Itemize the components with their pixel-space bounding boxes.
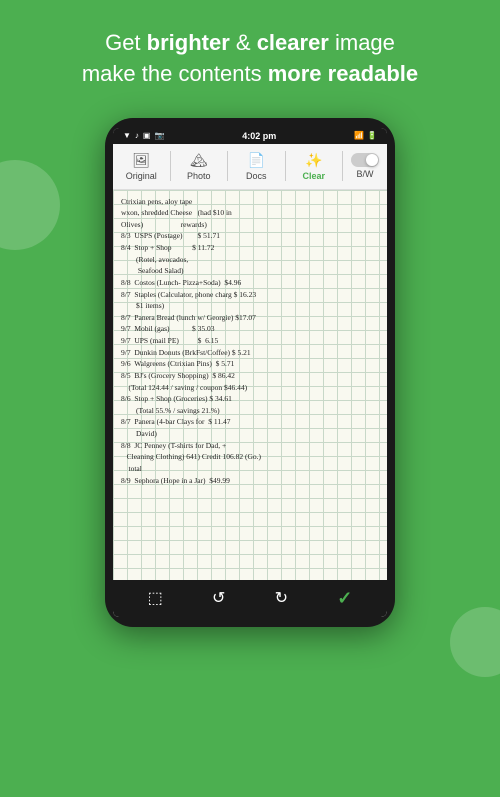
doc-line-12: 9/7 UPS (mail PE) $ 6.15: [121, 335, 379, 347]
doc-line-15: 8/5 BJ's (Grocery Shopping) $ 86.42: [121, 370, 379, 382]
phone-screen: ▼ ♪ ▣ 📷 4:02 pm 📶 🔋 🖼 Original: [113, 128, 387, 617]
doc-line-23: total: [121, 463, 379, 475]
doc-line-24: 8/9 Sephora (Hope in a Jar) $49.99: [121, 475, 379, 487]
docs-label: Docs: [246, 171, 267, 181]
doc-line-7: 8/8 Costos (Lunch- Pizza+Soda) $4.96: [121, 277, 379, 289]
doc-line-22: Cleaning Clothing) 641) Credit 106.82 (G…: [121, 451, 379, 463]
photo-icon: 🏔: [190, 152, 208, 169]
wifi-icon: ▣: [143, 131, 151, 140]
header-line2: make the contents more readable: [82, 61, 418, 86]
doc-line-3: 8/3 USPS (Postage) $ 51.71: [121, 230, 379, 242]
doc-line-18: (Total 55.% / savings 21.%): [121, 405, 379, 417]
doc-line-16: (Total 124.44 / saving / coupon $46.44): [121, 382, 379, 394]
redo-button[interactable]: ↻: [275, 588, 288, 608]
doc-line-13: 9/7 Dunkin Donuts (BrkFst/Coffee) $ 5.21: [121, 347, 379, 359]
doc-line-21: 8/8 JC Penney (T-shirts for Dad, +: [121, 440, 379, 452]
crop-button[interactable]: ⬚: [148, 588, 163, 608]
signal-icon: 📷: [154, 131, 164, 140]
doc-line-17: 8/6 Stop + Shop (Groceries) $ 34.61: [121, 393, 379, 405]
bw-toggle-knob: [366, 154, 378, 166]
toolbar-photo[interactable]: 🏔 Photo: [171, 148, 228, 185]
header-text: Get brighter & clearer image make the co…: [0, 0, 500, 108]
header-line1: Get brighter & clearer image: [105, 30, 395, 55]
document-area: Ctrixian pens, aloy tape wxon, shredded …: [113, 190, 387, 580]
doc-line-4: 8/4 Stop + Shop $ 11.72: [121, 242, 379, 254]
doc-line-1: wxon, shredded Cheese (had $10 in: [121, 207, 379, 219]
wifi-signal-icon: 📶: [354, 131, 364, 140]
doc-line-19: 8/7 Panera (4-bar Clays for $ 11.47: [121, 416, 379, 428]
battery-icon: 🔋: [367, 131, 377, 140]
status-time: 4:02 pm: [242, 131, 276, 141]
phone-device: ▼ ♪ ▣ 📷 4:02 pm 📶 🔋 🖼 Original: [105, 118, 395, 627]
handwritten-content: Ctrixian pens, aloy tape wxon, shredded …: [121, 196, 379, 487]
doc-line-5: (Rotel, avocados,: [121, 254, 379, 266]
toolbar-original[interactable]: 🖼 Original: [113, 148, 170, 185]
doc-line-8: 8/7 Staples (Calculator, phone charg $ 1…: [121, 289, 379, 301]
status-left-icons: ▼ ♪ ▣ 📷: [123, 131, 164, 140]
clear-label: Clear: [302, 171, 325, 181]
original-icon: 🖼: [132, 152, 150, 169]
toolbar-clear[interactable]: ✨ Clear: [286, 148, 343, 185]
phone-wrapper: ▼ ♪ ▣ 📷 4:02 pm 📶 🔋 🖼 Original: [0, 108, 500, 627]
docs-icon: 📄: [248, 152, 265, 169]
doc-line-6: Seafood Salad): [121, 265, 379, 277]
undo-button[interactable]: ↺: [212, 588, 225, 608]
toolbar: 🖼 Original 🏔 Photo 📄 Docs ✨ Clear: [113, 144, 387, 190]
doc-line-11: 9/7 Mobil (gas) $ 35.03: [121, 323, 379, 335]
doc-line-9: $1 items): [121, 300, 379, 312]
doc-line-0: Ctrixian pens, aloy tape: [121, 196, 379, 208]
status-right-icons: 📶 🔋: [354, 131, 377, 140]
doc-line-2: Olives) rewards): [121, 219, 379, 231]
toolbar-bw[interactable]: B/W: [343, 149, 387, 183]
original-label: Original: [126, 171, 157, 181]
clear-icon: ✨: [305, 152, 322, 169]
toolbar-docs[interactable]: 📄 Docs: [228, 148, 285, 185]
bw-toggle-switch[interactable]: [351, 153, 379, 167]
doc-line-10: 8/7 Panera Bread (lunch w/ Georgie) $17.…: [121, 312, 379, 324]
bw-label: B/W: [357, 169, 374, 179]
photo-label: Photo: [187, 171, 211, 181]
notification-icon: ▼: [123, 131, 131, 140]
media-icon: ♪: [135, 131, 139, 140]
confirm-button[interactable]: ✓: [337, 588, 352, 609]
status-bar: ▼ ♪ ▣ 📷 4:02 pm 📶 🔋: [113, 128, 387, 144]
doc-line-20: David): [121, 428, 379, 440]
doc-line-14: 9/6 Walgreens (Ctrixian Pins) $ 5.71: [121, 358, 379, 370]
grid-paper: Ctrixian pens, aloy tape wxon, shredded …: [113, 190, 387, 580]
bottom-bar: ⬚ ↺ ↻ ✓: [113, 580, 387, 617]
